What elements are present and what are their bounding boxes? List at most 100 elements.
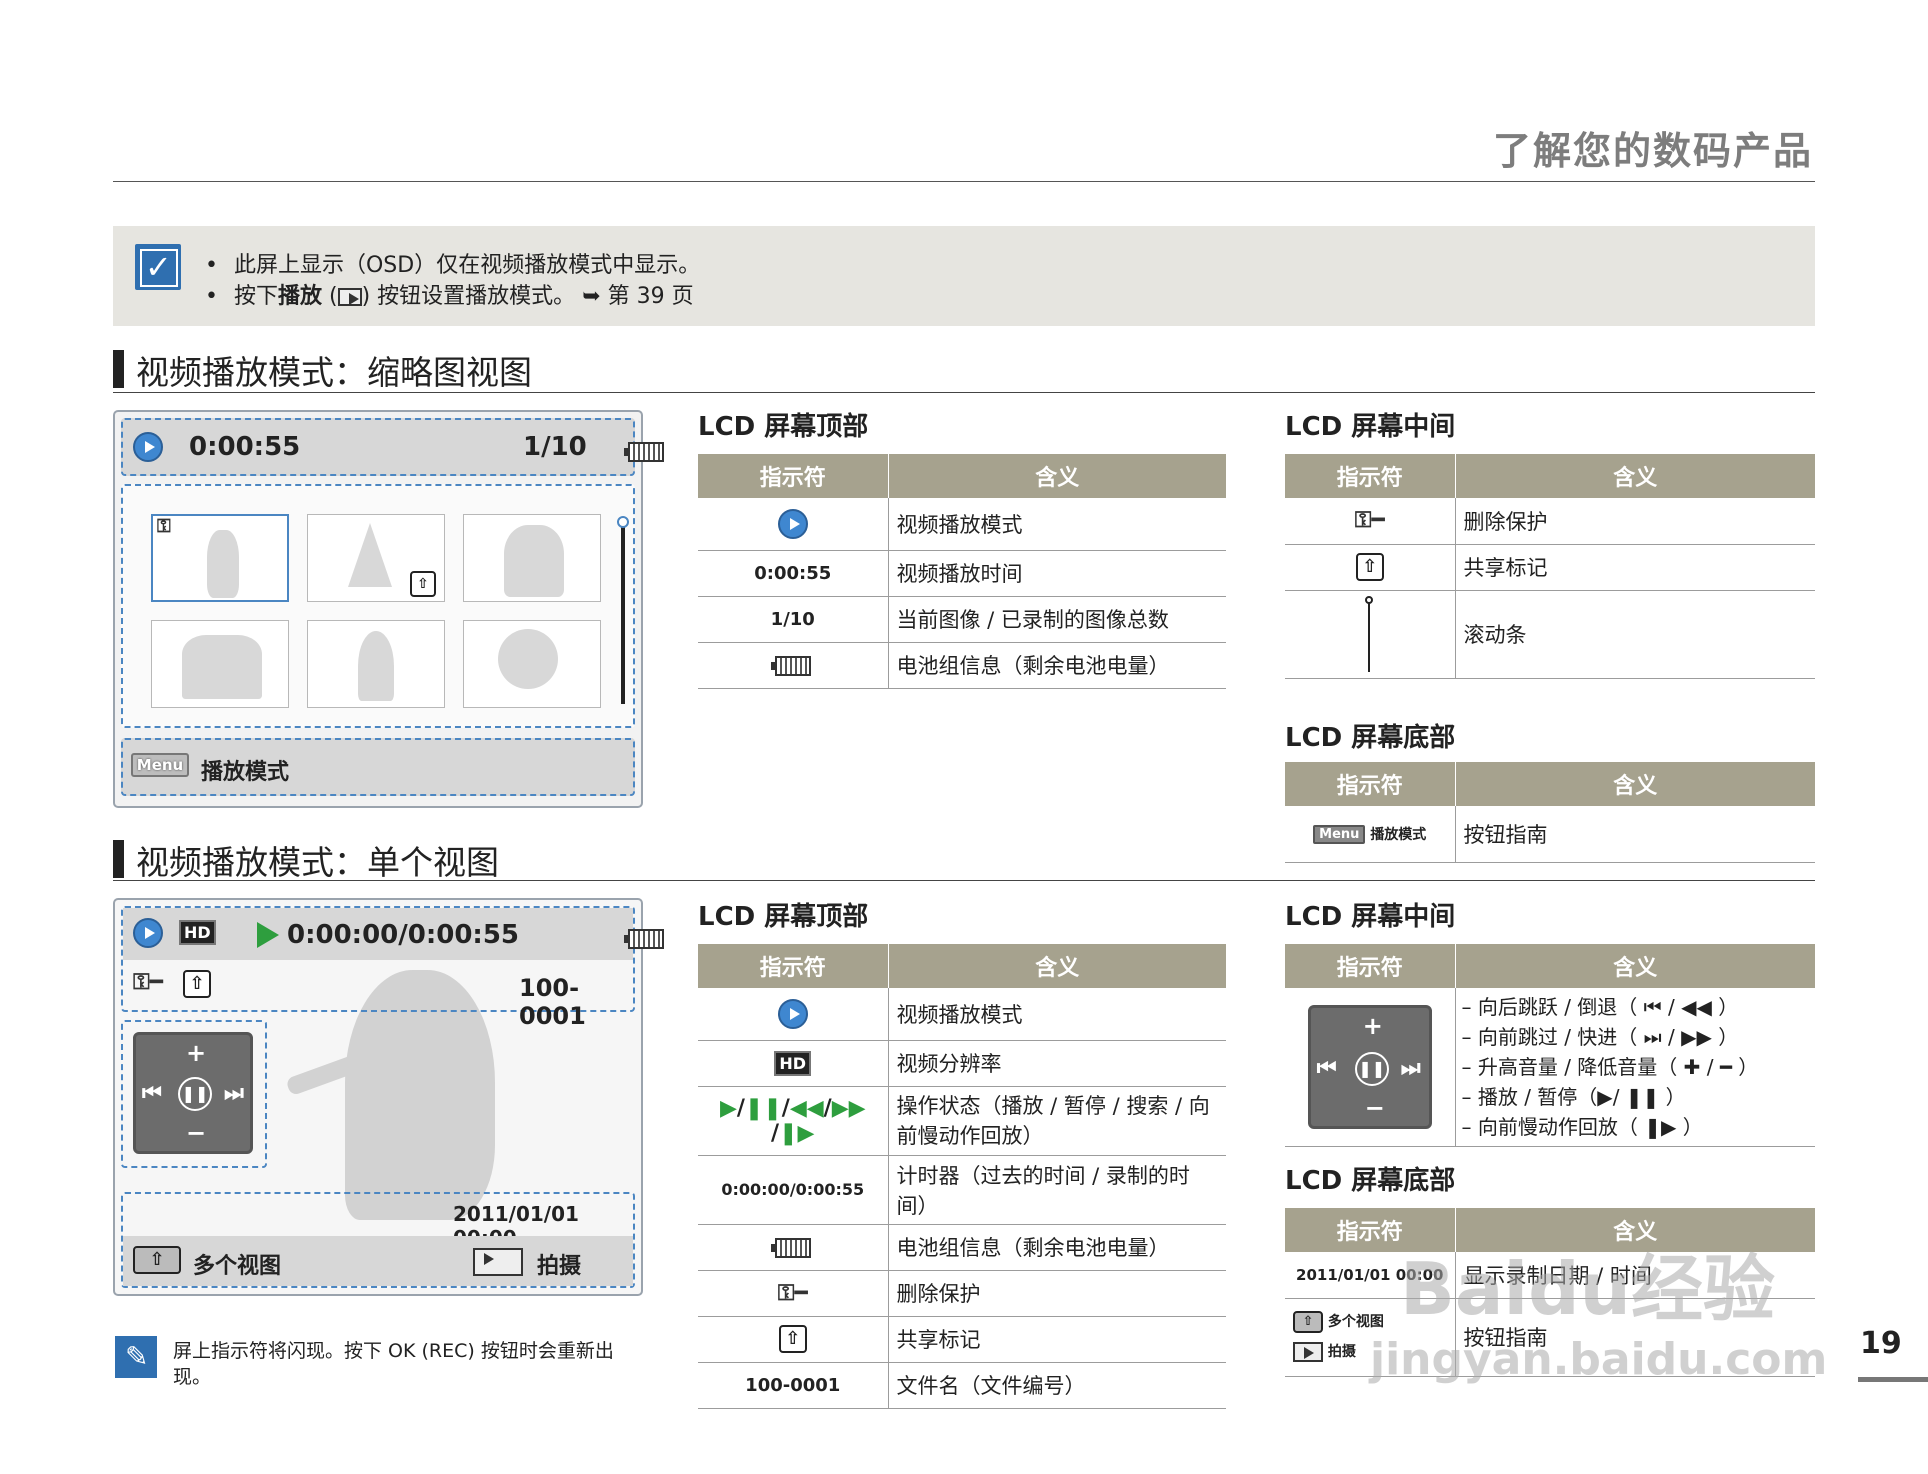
col-indicator: 指示符 bbox=[698, 454, 888, 498]
s1-bottom-title: LCD 屏幕底部 bbox=[1285, 723, 1456, 753]
lcd-thumbnail-view: 0:00:55 1/10 ⚿ ⇧ Menu 播放模式 bbox=[113, 410, 665, 808]
playback-icon bbox=[337, 288, 362, 306]
thumbnail-3[interactable] bbox=[463, 514, 601, 602]
hd-resolution-icon: HD bbox=[774, 1050, 812, 1076]
battery-icon bbox=[624, 929, 665, 949]
thumbnail-5[interactable] bbox=[307, 620, 445, 708]
lcd-bottom-area: 2011/01/01 00:00 ⇧ 多个视图 拍摄 bbox=[121, 1192, 635, 1288]
table-row: 0:00:00/0:00:55 计时器（过去的时间 / 录制的时间） bbox=[698, 1155, 1226, 1225]
s1-top-title: LCD 屏幕顶部 bbox=[698, 412, 869, 442]
table-row: ⚿━ 删除保护 bbox=[1285, 498, 1815, 545]
battery-icon bbox=[770, 655, 811, 676]
arrow-ref-icon: ➥ bbox=[582, 284, 601, 309]
watermark-logo: Baidu经验 bbox=[1400, 1247, 1775, 1331]
protect-key-icon: ⚿━ bbox=[1354, 508, 1385, 534]
section-bar bbox=[113, 840, 124, 878]
section2-rule bbox=[113, 880, 1815, 881]
share-icon: ⇧ bbox=[1355, 553, 1384, 581]
thumbnail-4[interactable] bbox=[151, 620, 289, 708]
thumbnail-1[interactable]: ⚿ bbox=[151, 514, 289, 602]
check-note-icon: ✓ bbox=[135, 244, 181, 290]
s2-bottom-title: LCD 屏幕底部 bbox=[1285, 1166, 1456, 1196]
shoot-icon bbox=[1293, 1342, 1323, 1362]
pencil-note-icon bbox=[115, 1336, 157, 1378]
lcd-filename: 100-0001 bbox=[519, 974, 586, 1030]
share-icon: ⇧ bbox=[410, 571, 436, 597]
scroll-bar-icon bbox=[1364, 596, 1375, 672]
pause-icon[interactable]: ❚❚ bbox=[178, 1077, 212, 1111]
list-item: – 向前跳过 / 快进（ ⏭ / ▶▶ ） bbox=[1461, 1025, 1739, 1049]
section1-title: 视频播放模式：缩略图视图 bbox=[136, 353, 532, 392]
table-row: 滚动条 bbox=[1285, 590, 1815, 679]
volume-down-icon[interactable]: − bbox=[186, 1119, 206, 1147]
note-line-1: • 此屏上显示（OSD）仅在视频播放模式中显示。 bbox=[205, 253, 701, 278]
hd-resolution-icon: HD bbox=[179, 920, 216, 945]
lcd-top-area: HD 0:00:00/0:00:55 ⚿━ ⇧ 100-0001 bbox=[121, 906, 665, 1030]
playback-control-pad: + ⏮ ❚❚ ⏭ − bbox=[1307, 1005, 1432, 1129]
list-item: – 升高音量 / 降低音量（ ✚ / ━ ） bbox=[1461, 1055, 1759, 1079]
table-row: + ⏮ ❚❚ ⏭ − – 向后跳跃 / 倒退（ ⏮ / ◀◀ ） – 向前跳过 … bbox=[1285, 988, 1815, 1147]
s1-top-table: 指示符 含义 视频播放模式 0:00:55 视频播放时间 1/10 当前图像 /… bbox=[698, 454, 1226, 689]
sailboat-silhouette bbox=[348, 523, 392, 587]
s2-middle-title: LCD 屏幕中间 bbox=[1285, 902, 1456, 932]
scroll-knob[interactable] bbox=[617, 516, 629, 528]
thumbnail-2[interactable]: ⇧ bbox=[307, 514, 445, 602]
section2-title: 视频播放模式：单个视图 bbox=[136, 843, 499, 882]
footnote-text: 屏上指示符将闪现。按下 OK (REC) 按钮时会重新出现。 bbox=[173, 1340, 614, 1388]
table-row: HD 视频分辨率 bbox=[698, 1040, 1226, 1087]
skip-back-icon: ⏮ bbox=[1316, 1056, 1337, 1081]
lcd-top-band: 0:00:55 1/10 bbox=[121, 418, 665, 476]
table-row: 电池组信息（剩余电池电量） bbox=[698, 642, 1226, 689]
s1-middle-table: 指示符 含义 ⚿━ 删除保护 ⇧ 共享标记 滚动条 bbox=[1285, 454, 1815, 679]
multi-view-label[interactable]: 多个视图 bbox=[193, 1248, 281, 1280]
table-row: Menu 播放模式 按钮指南 bbox=[1285, 806, 1815, 863]
soccer-silhouette bbox=[358, 631, 394, 701]
table-row: ⚿━ 删除保护 bbox=[698, 1270, 1226, 1317]
protect-key-icon: ⚿ bbox=[157, 516, 171, 537]
lcd-timer: 0:00:00/0:00:55 bbox=[287, 920, 519, 950]
section1-rule bbox=[113, 392, 1815, 393]
table-row: ⇧ 共享标记 bbox=[1285, 544, 1815, 591]
table-row: 电池组信息（剩余电池电量） bbox=[698, 1224, 1226, 1271]
multi-view-icon[interactable]: ⇧ bbox=[133, 1246, 181, 1274]
people-silhouette bbox=[504, 525, 564, 597]
thumbnail-6[interactable] bbox=[463, 620, 601, 708]
protect-key-icon: ⚿━ bbox=[777, 1280, 808, 1306]
menu-button-icon[interactable]: Menu bbox=[131, 753, 189, 777]
lcd-time: 0:00:55 bbox=[189, 432, 301, 462]
battery-icon bbox=[770, 1237, 811, 1258]
header-rule bbox=[113, 181, 1815, 182]
skip-back-icon[interactable]: ⏮ bbox=[142, 1081, 162, 1106]
page-number: 19 bbox=[1860, 1326, 1902, 1361]
shoot-icon[interactable] bbox=[473, 1248, 523, 1276]
skip-forward-icon: ⏭ bbox=[1400, 1056, 1421, 1081]
play-status-icon bbox=[257, 922, 279, 948]
volume-up-icon[interactable]: + bbox=[186, 1039, 206, 1067]
protect-key-icon: ⚿━ bbox=[133, 970, 163, 995]
video-playback-mode-icon bbox=[133, 432, 163, 462]
scroll-bar[interactable] bbox=[621, 524, 625, 704]
video-playback-mode-icon bbox=[133, 918, 163, 948]
table-row: 视频播放模式 bbox=[698, 498, 1226, 551]
skip-forward-icon[interactable]: ⏭ bbox=[224, 1081, 244, 1106]
table-row: 视频播放模式 bbox=[698, 988, 1226, 1041]
battery-icon bbox=[624, 442, 665, 462]
list-item: – 向前慢动作回放（ ❚▶ ） bbox=[1461, 1115, 1703, 1139]
lcd-middle-area: ⚿ ⇧ bbox=[121, 484, 635, 728]
shoot-label[interactable]: 拍摄 bbox=[537, 1248, 581, 1280]
volume-up-icon: + bbox=[1362, 1012, 1383, 1040]
page-header-title: 了解您的数码产品 bbox=[1492, 129, 1813, 173]
chairs-silhouette bbox=[182, 635, 262, 699]
lcd-control-area: + ⏮ ❚❚ ⏭ − bbox=[121, 1020, 267, 1168]
s1-middle-title: LCD 屏幕中间 bbox=[1285, 412, 1456, 442]
lcd-bottom-band: Menu 播放模式 bbox=[121, 738, 635, 796]
note-line-2: • 按下播放 () 按钮设置播放模式。 ➥ 第 39 页 bbox=[205, 284, 694, 309]
share-icon: ⇧ bbox=[183, 970, 211, 998]
lcd-single-view: HD 0:00:00/0:00:55 ⚿━ ⇧ 100-0001 + ⏮ ❚❚ … bbox=[113, 898, 665, 1296]
menu-button-icon: Menu bbox=[1313, 825, 1366, 844]
list-item: – 向后跳跃 / 倒退（ ⏮ / ◀◀ ） bbox=[1461, 995, 1739, 1019]
playback-control-pad[interactable]: + ⏮ ❚❚ ⏭ − bbox=[133, 1032, 253, 1154]
volume-down-icon: − bbox=[1364, 1094, 1385, 1122]
playback-mode-label[interactable]: 播放模式 bbox=[201, 754, 289, 786]
table-row: 0:00:55 视频播放时间 bbox=[698, 550, 1226, 597]
